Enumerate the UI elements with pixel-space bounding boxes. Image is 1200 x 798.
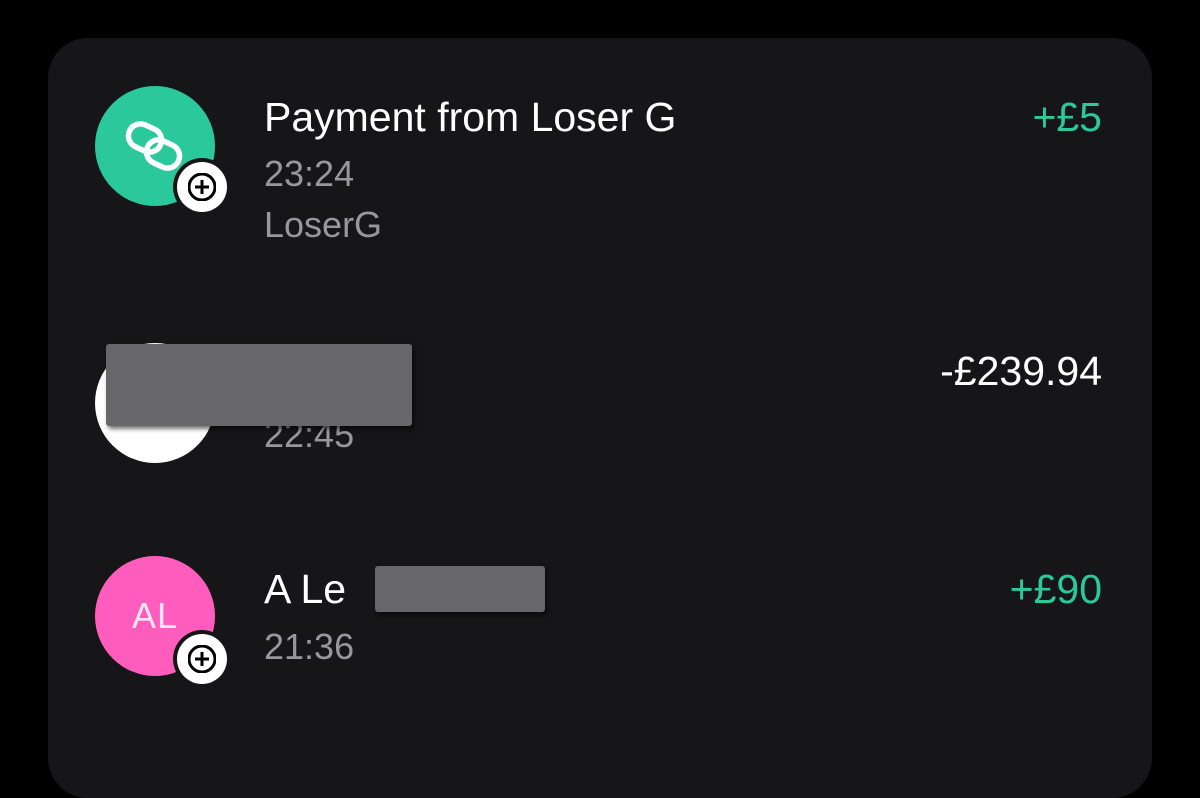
- transaction-title: A Le: [264, 566, 347, 612]
- transaction-time: 21:36: [264, 626, 355, 667]
- plus-icon: [188, 173, 216, 201]
- redaction-block: [106, 344, 412, 426]
- avatar-initials: AL: [131, 595, 179, 636]
- transaction-reference: LoserG: [264, 204, 383, 245]
- link-chain-icon: [125, 121, 183, 171]
- transaction-title: Payment from Loser G: [264, 94, 677, 140]
- add-contact-button[interactable]: [177, 162, 227, 212]
- transaction-amount: +£90: [1009, 566, 1102, 612]
- transaction-row[interactable]: 22:45 -£239.94: [48, 288, 1152, 518]
- transaction-row[interactable]: AL A Le 21:36 +£90: [48, 518, 1152, 768]
- plus-icon: [188, 645, 216, 673]
- transaction-time: 23:24: [264, 153, 355, 194]
- redaction-block: [375, 566, 545, 612]
- transaction-amount: -£239.94: [940, 348, 1102, 394]
- transaction-amount: +£5: [1032, 94, 1102, 140]
- add-contact-button[interactable]: [177, 634, 227, 684]
- transaction-list-card: Payment from Loser G 23:24 LoserG +£5 22…: [48, 38, 1152, 798]
- transaction-row[interactable]: Payment from Loser G 23:24 LoserG +£5: [48, 38, 1152, 288]
